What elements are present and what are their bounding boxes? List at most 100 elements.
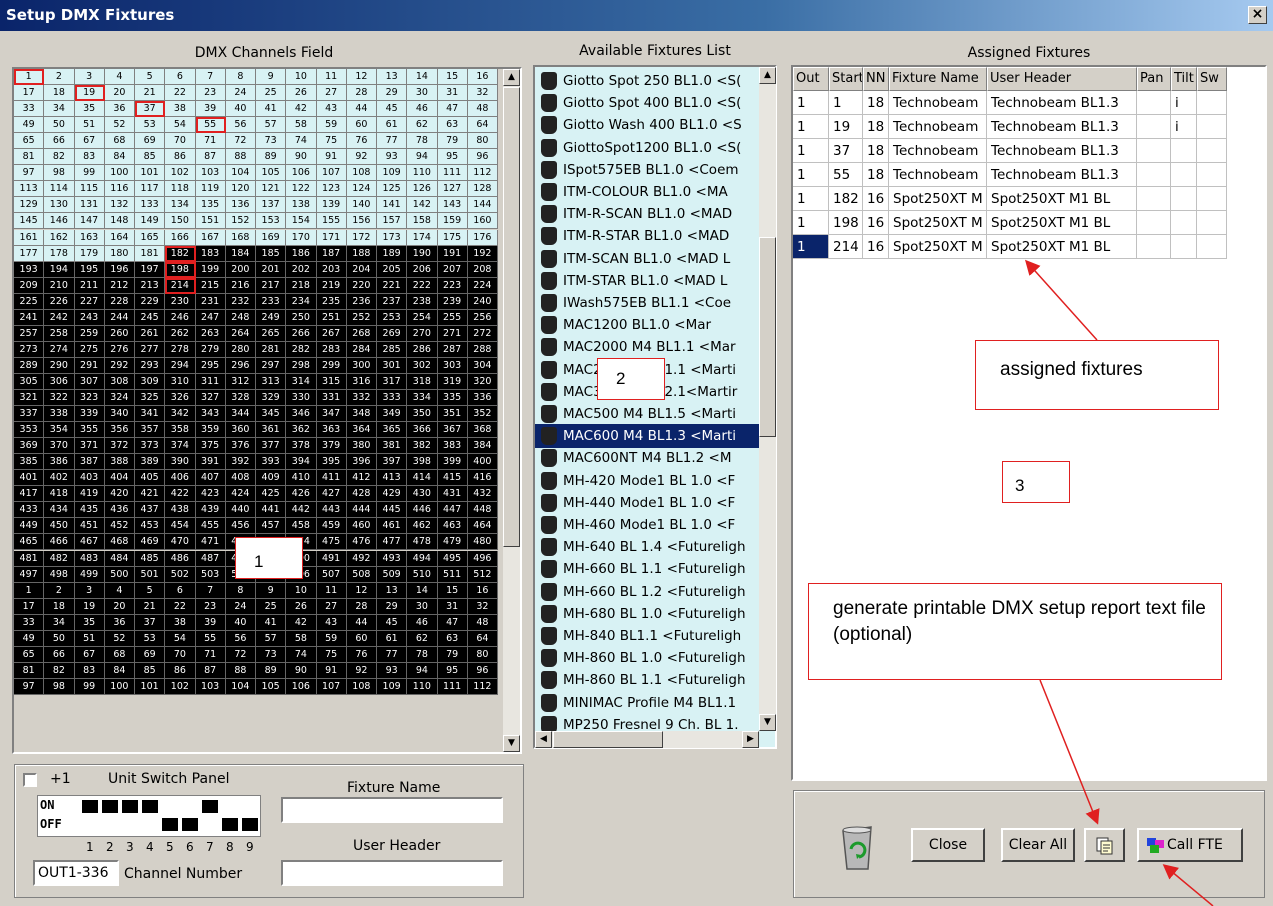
dmx-channel-cell[interactable]: 280 [225,341,256,358]
dmx-channel-cell[interactable]: 384 [467,438,498,455]
dmx-channel-cell[interactable]: 216 [225,277,256,294]
dmx-channel-cell[interactable]: 308 [104,373,135,390]
dmx-channel-cell[interactable]: 331 [316,390,347,407]
dmx-channel-cell[interactable]: 402 [44,470,75,487]
dmx-channel-cell[interactable]: 84 [104,662,135,679]
dmx-channel-cell[interactable]: 115 [74,181,105,198]
dmx-channel-cell[interactable]: 179 [74,245,105,262]
dmx-channel-cell[interactable]: 85 [135,149,166,166]
dmx-channel-cell[interactable]: 467 [74,534,105,551]
dmx-channel-cell[interactable]: 36 [104,614,135,631]
table-cell[interactable]: Spot250XT M [889,211,987,235]
dmx-channel-cell[interactable]: 19 [74,598,105,615]
dmx-channel-cell[interactable]: 170 [286,229,317,246]
dmx-channel-cell[interactable]: 134 [165,197,196,214]
dmx-channel-cell[interactable]: 283 [316,341,347,358]
dmx-channel-cell[interactable]: 463 [437,518,468,535]
dmx-channel-cell[interactable]: 161 [14,229,45,246]
fixture-name-field[interactable] [281,797,503,823]
dmx-channel-cell[interactable]: 190 [407,245,438,262]
dmx-channel-cell[interactable]: 377 [256,438,287,455]
dmx-channel-cell[interactable]: 86 [165,149,196,166]
dmx-channel-cell[interactable]: 480 [467,534,498,551]
dmx-channel-cell[interactable]: 316 [346,373,377,390]
dmx-channel-cell[interactable]: 79 [437,133,468,150]
dmx-channel-cell[interactable]: 302 [407,357,438,374]
table-cell[interactable]: 16 [863,187,889,211]
dmx-channel-cell[interactable]: 163 [74,229,105,246]
dmx-channel-cell[interactable]: 78 [407,133,438,150]
dmx-channel-cell[interactable]: 410 [286,470,317,487]
dmx-channel-cell[interactable]: 32 [467,598,498,615]
dmx-channel-cell[interactable]: 455 [195,518,226,535]
dmx-channel-cell[interactable]: 208 [467,261,498,278]
table-cell[interactable] [1171,211,1197,235]
dmx-channel-cell[interactable]: 70 [165,646,196,663]
dmx-channel-cell[interactable]: 408 [225,470,256,487]
table-cell[interactable]: 55 [829,163,863,187]
dmx-channel-cell[interactable]: 46 [407,614,438,631]
dmx-channel-cell[interactable]: 5 [135,69,166,86]
dmx-channel-cell[interactable]: 443 [316,502,347,519]
dmx-channel-cell[interactable]: 39 [195,614,226,631]
dmx-channel-cell[interactable]: 57 [256,117,287,134]
dmx-channel-cell[interactable]: 245 [135,309,166,326]
dmx-channel-cell[interactable]: 51 [74,117,105,134]
dmx-channel-cell[interactable]: 54 [165,630,196,647]
dmx-channel-cell[interactable]: 266 [286,325,317,342]
dmx-channel-cell[interactable]: 182 [165,245,196,262]
table-cell[interactable] [1197,187,1227,211]
dmx-channel-cell[interactable]: 273 [14,341,45,358]
dmx-channel-cell[interactable]: 25 [256,85,287,102]
dmx-channel-cell[interactable]: 393 [256,454,287,471]
dmx-channel-cell[interactable]: 206 [407,261,438,278]
dmx-channel-cell[interactable]: 76 [346,133,377,150]
dmx-channel-cell[interactable]: 328 [225,390,256,407]
dmx-channel-cell[interactable]: 77 [377,133,408,150]
dmx-channel-cell[interactable]: 71 [195,646,226,663]
dmx-channel-cell[interactable]: 510 [407,566,438,583]
dmx-channel-cell[interactable]: 268 [346,325,377,342]
dmx-channel-cell[interactable]: 143 [437,197,468,214]
dmx-channel-cell[interactable]: 121 [256,181,287,198]
dmx-channel-cell[interactable]: 128 [467,181,498,198]
dmx-channel-cell[interactable]: 256 [467,309,498,326]
dmx-channel-cell[interactable]: 60 [346,630,377,647]
dmx-channel-cell[interactable]: 432 [467,486,498,503]
dmx-channel-cell[interactable]: 263 [195,325,226,342]
dmx-channel-cell[interactable]: 221 [377,277,408,294]
dmx-channel-cell[interactable]: 364 [346,422,377,439]
dip-switch[interactable] [162,818,178,831]
dmx-channel-cell[interactable]: 230 [165,293,196,310]
dmx-channel-cell[interactable]: 94 [407,149,438,166]
dmx-channel-cell[interactable]: 487 [195,550,226,567]
dmx-channel-cell[interactable]: 101 [135,165,166,182]
dmx-channel-cell[interactable]: 207 [437,261,468,278]
dmx-channel-cell[interactable]: 320 [467,373,498,390]
dmx-channel-cell[interactable]: 38 [165,101,196,118]
dmx-channel-cell[interactable]: 478 [407,534,438,551]
dmx-channel-cell[interactable]: 74 [286,133,317,150]
dmx-channel-cell[interactable]: 327 [195,390,226,407]
dmx-channel-cell[interactable]: 137 [256,197,287,214]
dmx-channel-cell[interactable]: 349 [377,406,408,423]
dmx-channel-cell[interactable]: 96 [467,662,498,679]
dmx-channel-cell[interactable]: 288 [467,341,498,358]
dmx-channel-cell[interactable]: 203 [316,261,347,278]
dmx-channel-cell[interactable]: 465 [14,534,45,551]
scroll-down-button[interactable]: ▼ [503,735,520,752]
dmx-channel-cell[interactable]: 18 [44,598,75,615]
dmx-channel-cell[interactable]: 114 [44,181,75,198]
dmx-channel-cell[interactable]: 65 [14,646,45,663]
dmx-channel-cell[interactable]: 321 [14,390,45,407]
dmx-channel-cell[interactable]: 144 [467,197,498,214]
dmx-channel-cell[interactable]: 53 [135,630,166,647]
dmx-channel-cell[interactable]: 461 [377,518,408,535]
dmx-channel-cell[interactable]: 395 [316,454,347,471]
dmx-channel-cell[interactable]: 338 [44,406,75,423]
user-header-field[interactable] [281,860,503,886]
dmx-channel-cell[interactable]: 28 [346,85,377,102]
dmx-channel-cell[interactable]: 309 [135,373,166,390]
scroll-thumb[interactable] [503,87,520,547]
dmx-channel-cell[interactable]: 287 [437,341,468,358]
